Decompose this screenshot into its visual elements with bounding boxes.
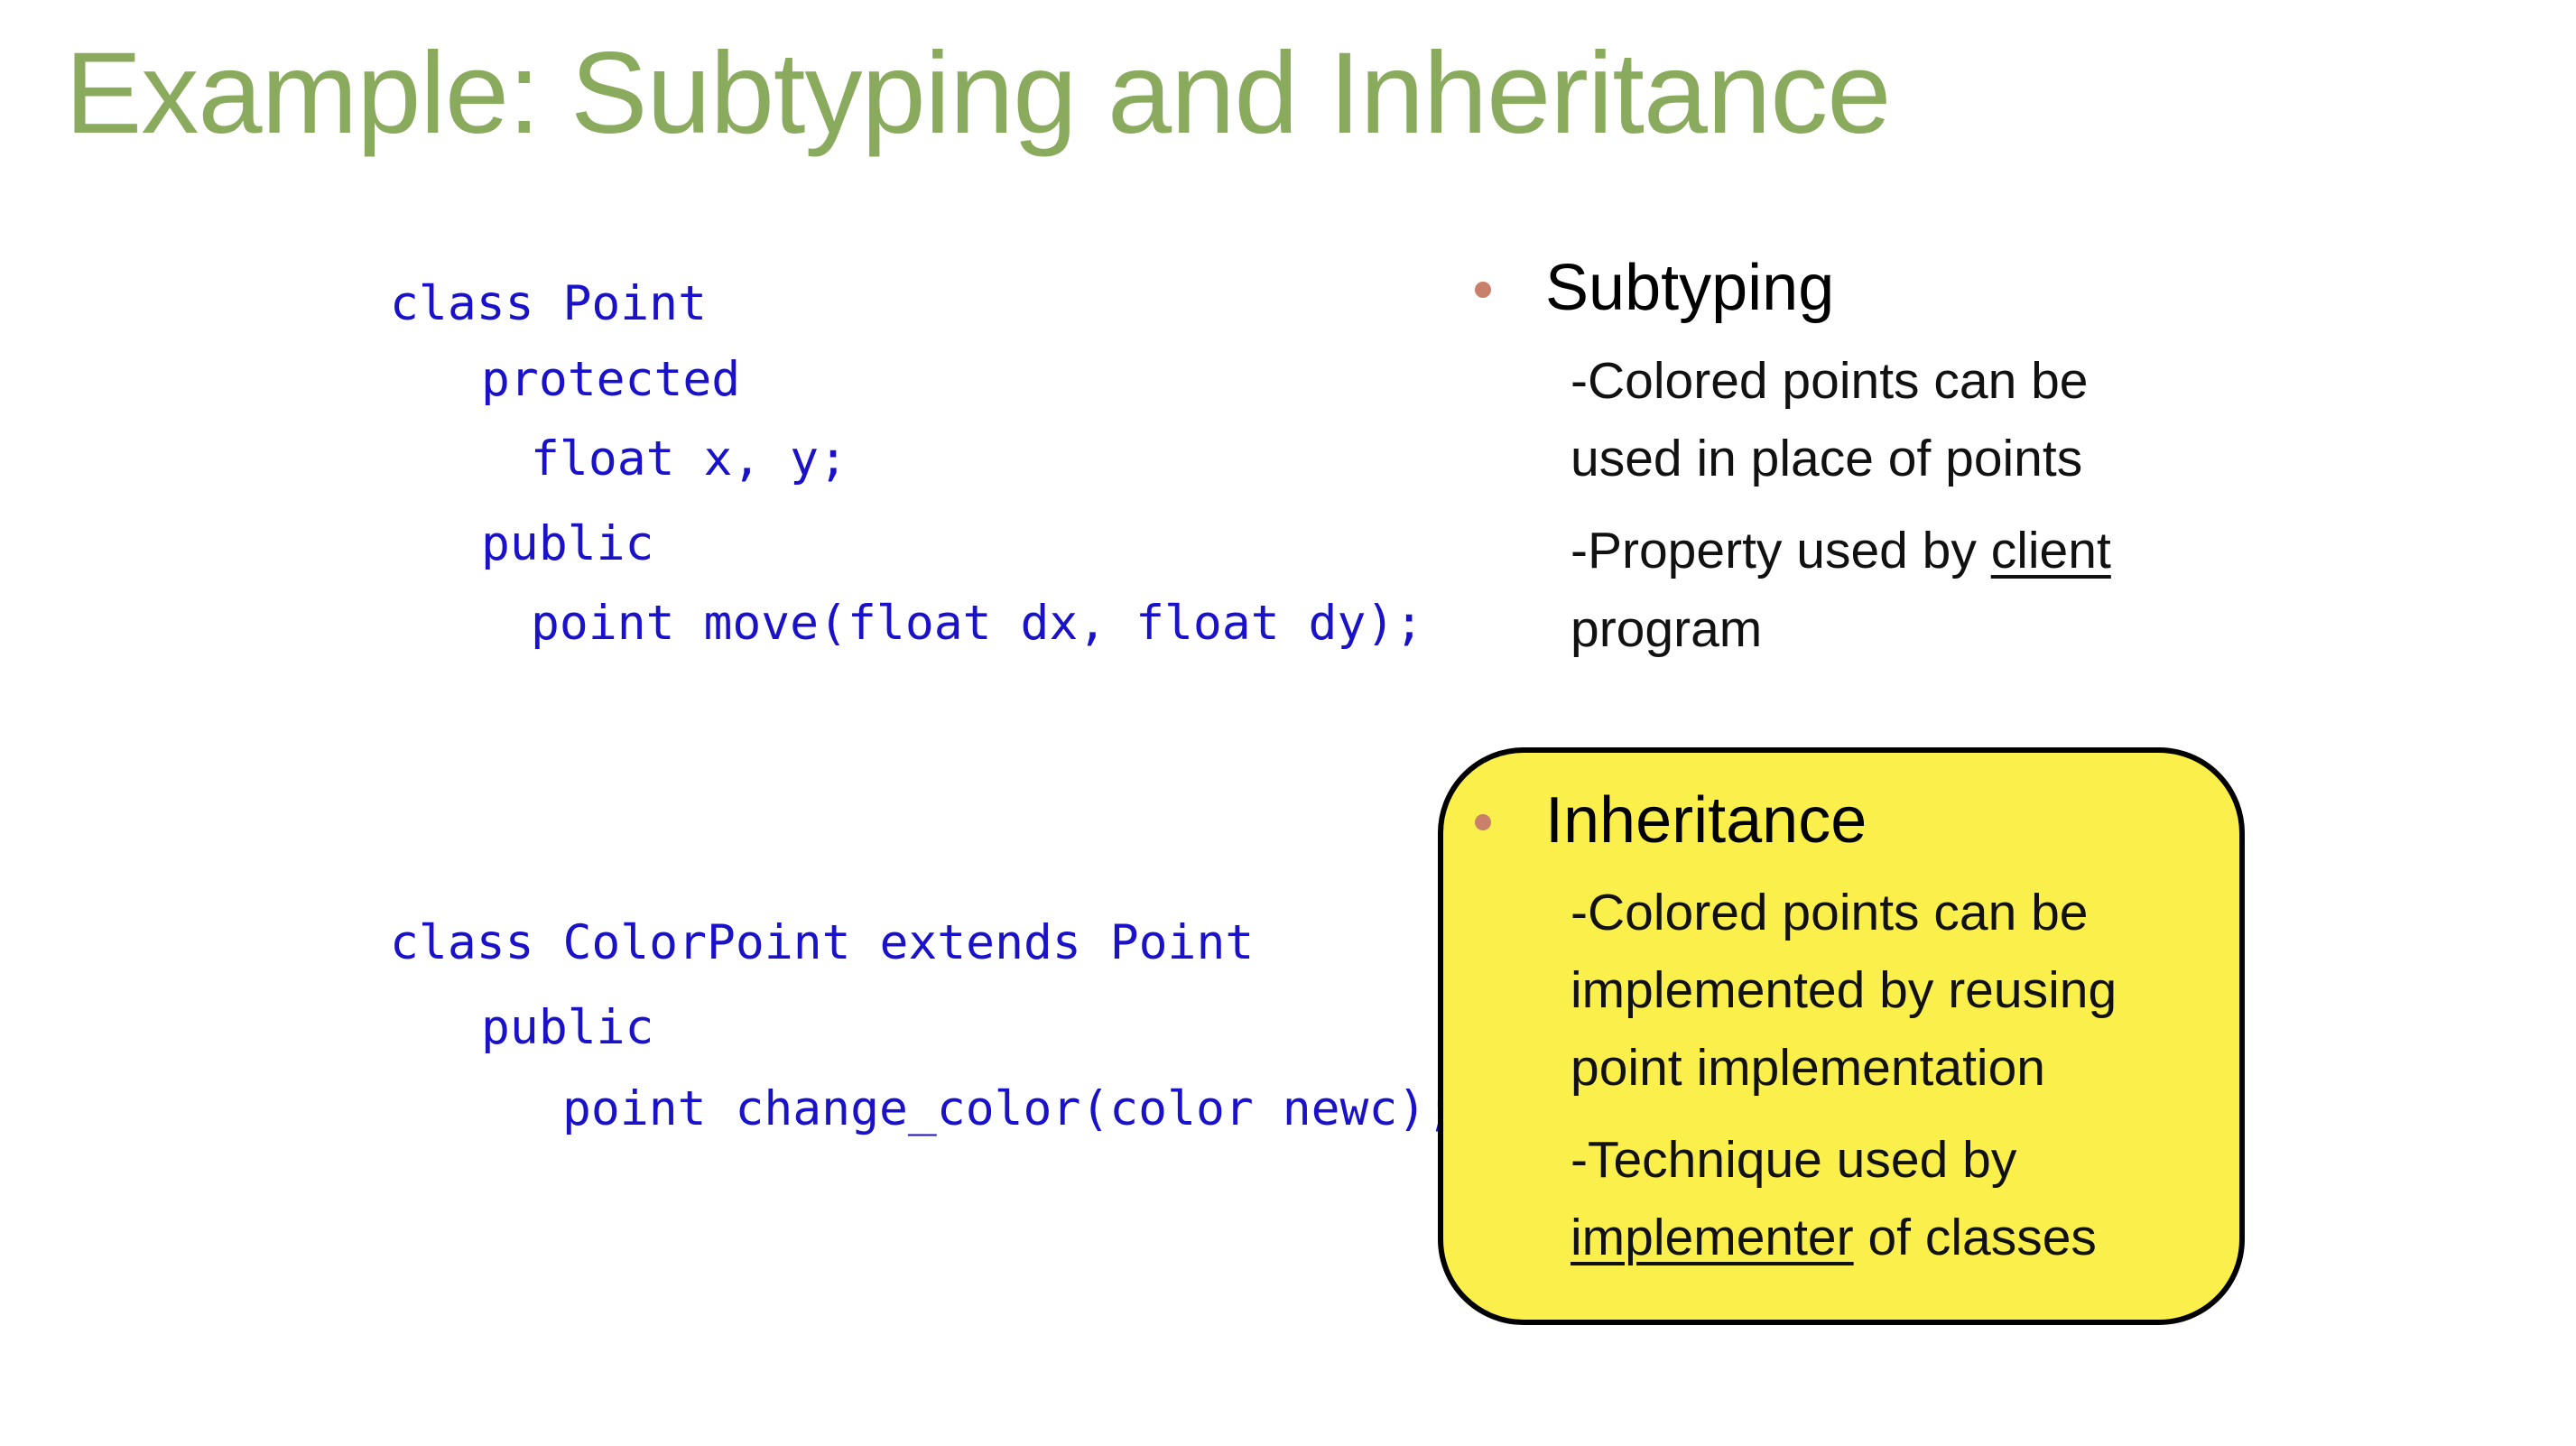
subtyping-item2-prefix: -Property used by — [1571, 522, 1991, 579]
code-line-class-colorpoint: class ColorPoint extends Point — [390, 915, 1255, 970]
subtyping-item2-line1: -Property used by client — [1571, 521, 2111, 580]
code-line-public-2: public — [481, 1000, 654, 1055]
code-line-move: point move(float dx, float dy); — [531, 596, 1424, 651]
inheritance-item1-line2: implemented by reusing — [1571, 961, 2117, 1019]
implementer-underlined: implementer — [1571, 1209, 1854, 1266]
subtyping-heading: Subtyping — [1545, 252, 1835, 324]
slide: Example: Subtyping and Inheritance class… — [0, 0, 2576, 1446]
code-line-class-point: class Point — [390, 276, 707, 331]
subtyping-item2-line2: program — [1571, 600, 1763, 658]
subtyping-item1-line1: -Colored points can be — [1571, 352, 2089, 410]
inheritance-item2-line1: -Technique used by — [1571, 1131, 2017, 1189]
client-underlined: client — [1990, 522, 2111, 579]
inheritance-item2-suffix: of classes — [1853, 1209, 2097, 1266]
code-line-change-color: point change_color(color newc); — [562, 1081, 1456, 1136]
inheritance-bullet-icon — [1475, 814, 1491, 830]
inheritance-item1-line1: -Colored points can be — [1571, 884, 2089, 941]
code-line-public: public — [481, 516, 654, 571]
inheritance-item1-line3: point implementation — [1571, 1039, 2045, 1097]
code-line-float-xy: float x, y; — [531, 431, 848, 487]
inheritance-heading: Inheritance — [1545, 784, 1867, 857]
slide-title: Example: Subtyping and Inheritance — [65, 29, 1891, 158]
inheritance-item2-line2: implementer of classes — [1571, 1208, 2097, 1267]
subtyping-item1-line2: used in place of points — [1571, 430, 2083, 487]
subtyping-bullet-icon — [1475, 282, 1491, 298]
code-line-protected: protected — [481, 352, 741, 407]
